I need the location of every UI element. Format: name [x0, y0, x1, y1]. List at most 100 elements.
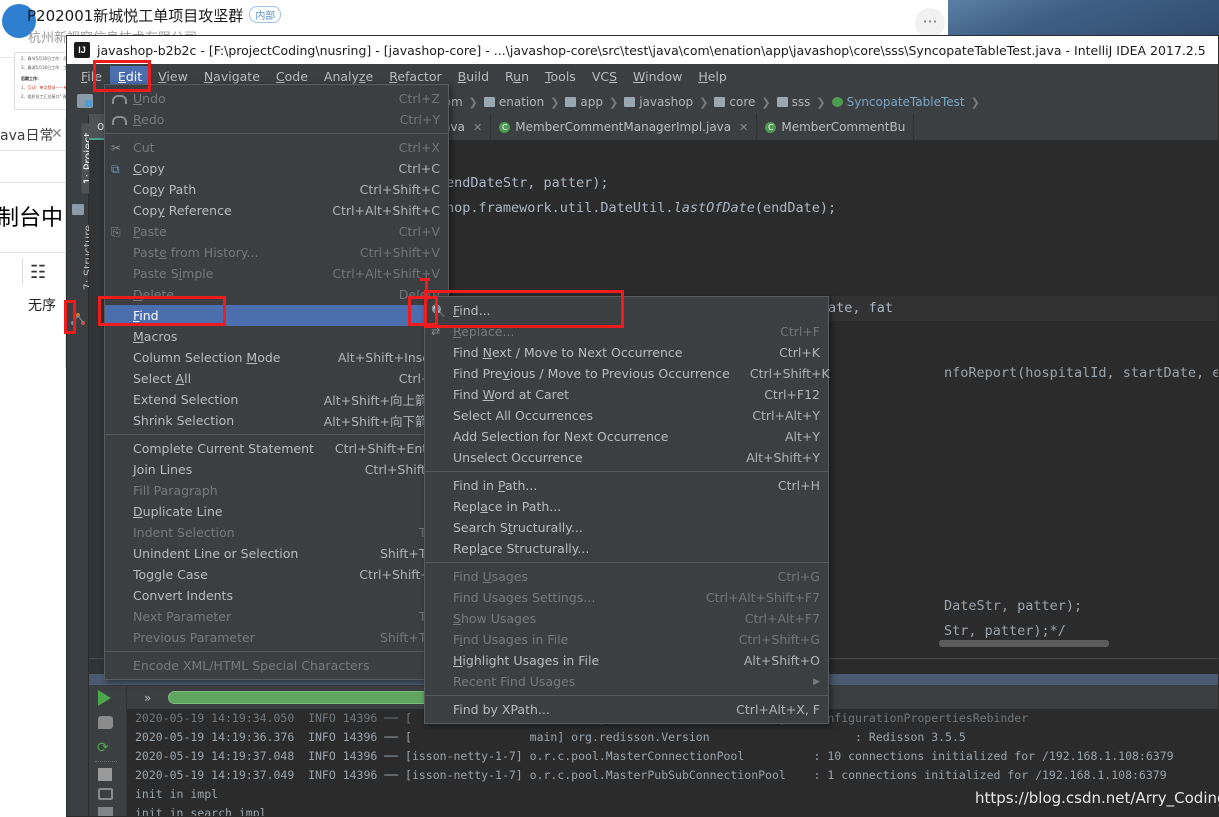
- annotation-line-vertical-right: [621, 290, 624, 328]
- run-play-icon[interactable]: [98, 690, 111, 706]
- find-menu-item-show-usages: Show Usages Ctrl+Alt+F7: [425, 608, 828, 629]
- menu-icon-placeholder: [111, 442, 127, 456]
- find-menu-item-add-selection-for-next-occurrence[interactable]: Add Selection for Next Occurrence Alt+Y: [425, 426, 828, 447]
- menu-item-label: Next Parameter: [133, 609, 232, 624]
- folder-icon: [565, 97, 577, 107]
- export-icon[interactable]: [98, 807, 113, 816]
- edit-menu-item-unindent-line-or-selection[interactable]: Unindent Line or Selection Shift+Tab: [105, 543, 448, 564]
- breadcrumb-item-enation[interactable]: enation: [483, 95, 545, 109]
- project-folder-badge-icon: [85, 100, 92, 107]
- background-list-label: 无序: [28, 298, 56, 314]
- edit-menu-item-macros[interactable]: Macros▶: [105, 326, 448, 347]
- menu-icon-placeholder: [111, 288, 127, 302]
- menubar-item-help[interactable]: Help: [690, 66, 735, 87]
- menu-item-label: Show Usages: [453, 611, 537, 626]
- horizontal-scrollbar[interactable]: [939, 640, 1109, 647]
- background-tab-label[interactable]: ava日常: [0, 125, 53, 145]
- edit-menu-item-complete-current-statement[interactable]: Complete Current Statement Ctrl+Shift+Ent…: [105, 438, 448, 459]
- menu-icon-placeholder: [431, 430, 447, 444]
- suspend-icon[interactable]: [98, 716, 113, 729]
- menubar-item-run[interactable]: Run: [497, 66, 537, 87]
- menu-icon-placeholder: [431, 570, 447, 584]
- breadcrumb-separator-icon: ❯: [468, 96, 478, 109]
- annotation-line-horizontal: [424, 290, 624, 293]
- menu-icon-placeholder: [111, 484, 127, 498]
- menu-item-label: Find Next / Move to Next Occurrence: [453, 345, 683, 360]
- menu-icon-placeholder: [111, 659, 127, 673]
- edit-dropdown-menu[interactable]: Undo Ctrl+Z Redo Ctrl+Y ✂ Cut Ctrl+X ⧉ Copy Ctrl+…: [104, 84, 449, 680]
- edit-menu-item-copy[interactable]: ⧉ Copy Ctrl+C: [105, 158, 448, 179]
- edit-menu-item-redo: Redo Ctrl+Y: [105, 109, 448, 130]
- menu-icon-placeholder: [111, 568, 127, 582]
- rerun-icon[interactable]: ⟳: [97, 740, 113, 755]
- find-menu-item-highlight-usages-in-file[interactable]: Highlight Usages in File Alt+Shift+O: [425, 650, 828, 671]
- find-menu-item-select-all-occurrences[interactable]: Select All Occurrences Ctrl+Alt+Y: [425, 405, 828, 426]
- find-submenu[interactable]: 🔍 Find... ⇄ Replace... Ctrl+F Find Next / Mov…: [424, 296, 830, 724]
- close-icon[interactable]: ✕: [739, 121, 748, 134]
- close-icon[interactable]: ✕: [51, 125, 63, 142]
- menubar-item-tools[interactable]: Tools: [537, 66, 584, 87]
- menubar-item-vcs[interactable]: VCS: [584, 66, 625, 87]
- find-menu-item-find-in-path[interactable]: Find in Path... Ctrl+H: [425, 475, 828, 496]
- stop-icon[interactable]: [98, 768, 112, 781]
- close-icon[interactable]: ✕: [473, 121, 482, 134]
- breadcrumb-label: sss: [791, 95, 811, 109]
- edit-menu-item-shrink-selection[interactable]: Shrink Selection Alt+Shift+向下箭头: [105, 410, 448, 431]
- edit-menu-item-toggle-case[interactable]: Toggle Case Ctrl+Shift+U: [105, 564, 448, 585]
- menu-icon-placeholder: [111, 330, 127, 344]
- edit-menu-item-copy-reference[interactable]: Copy Reference Ctrl+Alt+Shift+C: [105, 200, 448, 221]
- find-menu-item-find[interactable]: 🔍 Find...: [425, 300, 828, 321]
- find-menu-item-find-previous-move-to-previous-occurrence[interactable]: Find Previous / Move to Previous Occurre…: [425, 363, 830, 384]
- menu-icon-placeholder: [431, 409, 447, 423]
- camera-icon[interactable]: [98, 788, 113, 800]
- menu-icon-placeholder: [111, 246, 127, 260]
- menu-separator: [105, 434, 448, 435]
- breadcrumb-label: enation: [498, 95, 545, 109]
- run-toolbar: ⟳: [89, 685, 127, 816]
- edit-menu-item-join-lines[interactable]: Join Lines Ctrl+Shift+J: [105, 459, 448, 480]
- breadcrumb-item-sss[interactable]: sss: [776, 95, 811, 109]
- edit-menu-item-extend-selection[interactable]: Extend Selection Alt+Shift+向上箭头: [105, 389, 448, 410]
- expand-console-icon[interactable]: »: [144, 691, 151, 705]
- menu-item-label: Indent Selection: [133, 525, 235, 540]
- edit-menu-item-find[interactable]: Find▶: [105, 305, 448, 326]
- menu-item-shortcut: Ctrl+Alt+X, F: [736, 702, 820, 717]
- folder-icon: [483, 97, 495, 107]
- edit-menu-item-duplicate-line[interactable]: Duplicate Line: [105, 501, 448, 522]
- editor-tab[interactable]: C MemberCommentBu: [757, 114, 915, 140]
- edit-menu-item-select-all[interactable]: Select All Ctrl+A: [105, 368, 448, 389]
- find-menu-item-find-word-at-caret[interactable]: Find Word at Caret Ctrl+F12: [425, 384, 828, 405]
- watermark-url: https://blog.csdn.net/Arry_Coding: [975, 789, 1219, 807]
- breadcrumb-separator-icon: ❯: [550, 96, 560, 109]
- find-menu-item-replace-structurally[interactable]: Replace Structurally...: [425, 538, 828, 559]
- menubar-item-window[interactable]: Window: [625, 66, 690, 87]
- console-line: 2020-05-19 14:19:36.376 INFO 14396 ── [ …: [135, 730, 966, 744]
- menu-icon-placeholder: [431, 388, 447, 402]
- breadcrumb-separator-icon: ❯: [761, 96, 771, 109]
- menu-item-shortcut: Ctrl+F12: [764, 387, 820, 402]
- intellij-logo-icon: IJ: [74, 42, 90, 58]
- bullet-list-icon[interactable]: ☷: [30, 262, 46, 283]
- breadcrumb-item-javashop[interactable]: javashop: [624, 95, 693, 109]
- find-menu-item-find-next-move-to-next-occurrence[interactable]: Find Next / Move to Next Occurrence Ctrl+…: [425, 342, 828, 363]
- edit-menu-item-column-selection-mode[interactable]: Column Selection Mode Alt+Shift+Insert: [105, 347, 448, 368]
- find-menu-item-search-structurally[interactable]: Search Structurally...: [425, 517, 828, 538]
- edit-menu-item-copy-path[interactable]: Copy Path Ctrl+Shift+C: [105, 179, 448, 200]
- breadcrumb-item-syncopatetabletest[interactable]: SyncopateTableTest: [831, 95, 965, 109]
- menu-icon-placeholder: [431, 675, 447, 689]
- more-options-icon[interactable]: ⋯: [915, 8, 945, 38]
- find-menu-item-unselect-occurrence[interactable]: Unselect Occurrence Alt+Shift+Y: [425, 447, 828, 468]
- editor-tab[interactable]: C MemberCommentManagerImpl.java ✕: [491, 114, 758, 140]
- breadcrumb-item-app[interactable]: app: [565, 95, 603, 109]
- menu-icon-placeholder: [431, 633, 447, 647]
- breadcrumb-item-core[interactable]: core: [714, 95, 755, 109]
- menu-item-label: Add Selection for Next Occurrence: [453, 429, 669, 444]
- find-menu-item-replace-in-path[interactable]: Replace in Path...: [425, 496, 828, 517]
- menu-item-label: Find...: [453, 303, 491, 318]
- folder-icon: [776, 97, 788, 107]
- menu-item-shortcut: Ctrl+K: [779, 345, 820, 360]
- menubar-item-build[interactable]: Build: [450, 66, 497, 87]
- edit-menu-item-convert-indents[interactable]: Convert Indents▶: [105, 585, 448, 606]
- find-menu-item-find-by-xpath[interactable]: Find by XPath... Ctrl+Alt+X, F: [425, 699, 828, 720]
- menu-item-label: Join Lines: [133, 462, 193, 477]
